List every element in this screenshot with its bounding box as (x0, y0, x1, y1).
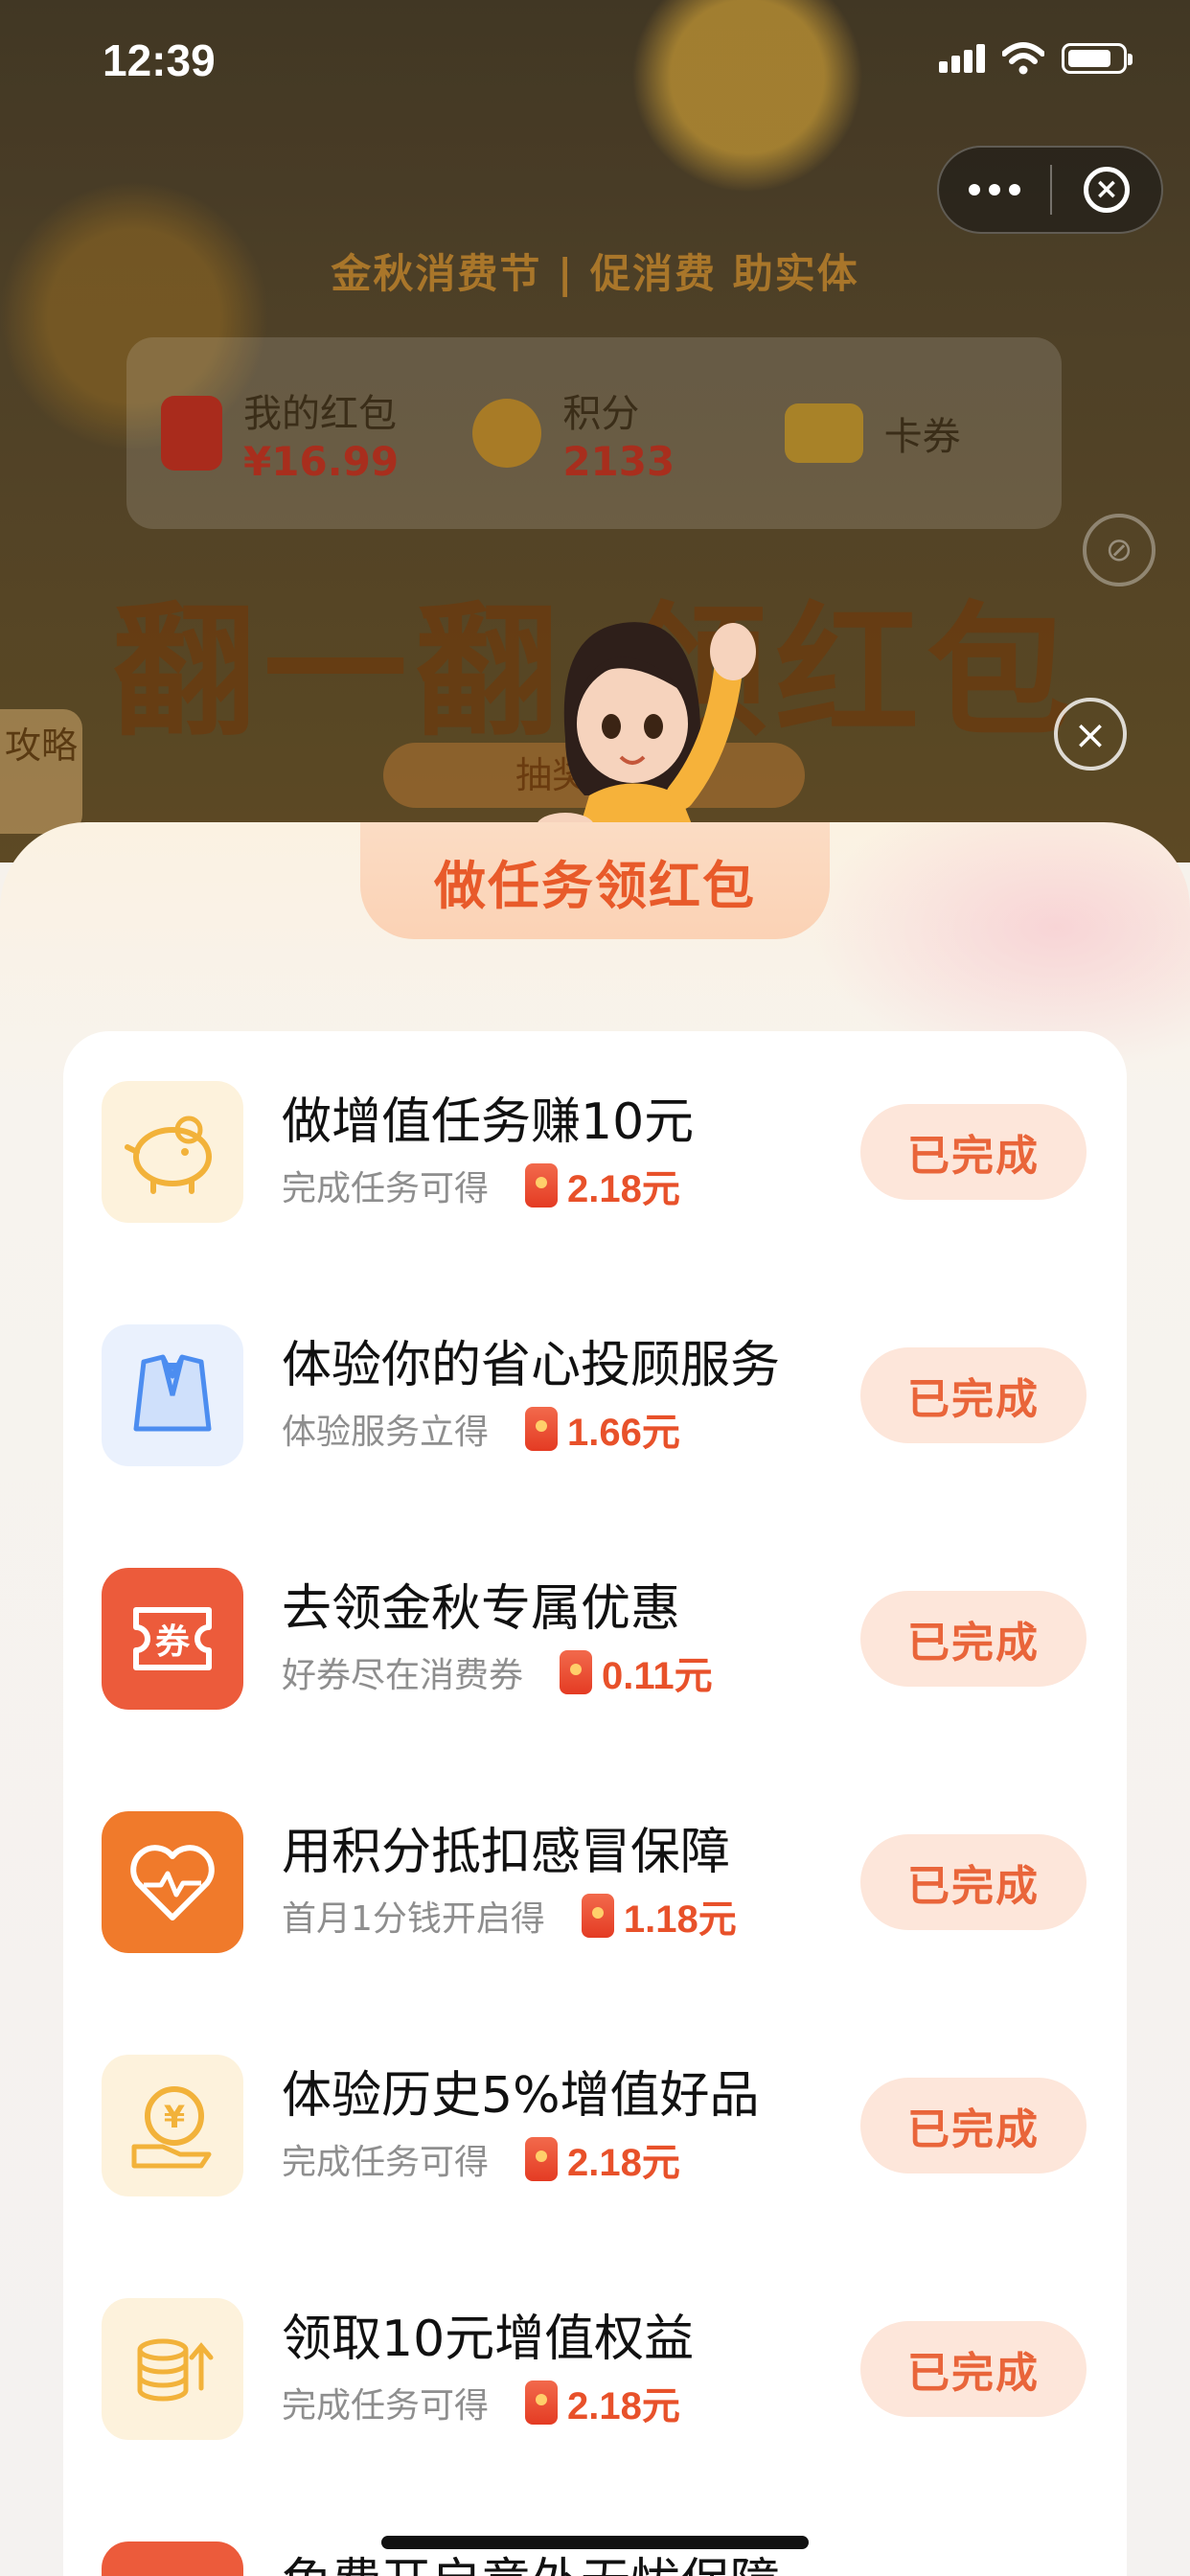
status-icons (939, 42, 1133, 75)
wifi-icon (1002, 42, 1044, 75)
screen: 12:39 × 金秋消费节 | 促消费 助实体 我的红包 ¥16.99 积分 2… (0, 0, 1190, 2576)
task-title: 体验历史5%增值好品 (282, 2067, 760, 2125)
piggy-bank-icon (102, 1081, 243, 1223)
completed-button[interactable]: 已完成 (860, 1834, 1087, 1930)
task-title: 领取10元增值权益 (282, 2311, 695, 2368)
more-dots-icon[interactable] (939, 148, 1050, 232)
list-item: 券 去领金秋专属优惠 好券尽在消费券 0.11元 已完成 (63, 1568, 1127, 1712)
red-packet-icon (525, 2137, 559, 2181)
task-title: 做增值任务赚10元 (282, 1093, 695, 1151)
task-desc: 体验服务立得 1.66元 (282, 1401, 680, 1457)
red-packet-icon (161, 396, 222, 471)
shield-icon (102, 2542, 243, 2576)
task-desc: 完成任务可得 2.18元 (282, 2131, 680, 2187)
wallet-item-points[interactable]: 积分 2133 (438, 382, 749, 485)
task-list: 做增值任务赚10元 完成任务可得 2.18元 已完成 体验你的省心投顾服务 体验… (63, 1031, 1127, 2576)
task-title: 体验你的省心投顾服务 (282, 1337, 781, 1394)
red-packet-icon (581, 1894, 614, 1938)
mascot-girl-icon (537, 622, 756, 843)
svg-text:券: 券 (155, 1622, 191, 1662)
reward-amount: 1.66元 (525, 1401, 680, 1457)
red-packet-icon (525, 2380, 559, 2425)
task-desc: 首月1分钱开启得 1.18元 (282, 1888, 737, 1944)
list-item: 做增值任务赚10元 完成任务可得 2.18元 已完成 (63, 1081, 1127, 1225)
reward-amount: 0.11元 (560, 1644, 713, 1700)
sheet-title: 做任务领红包 (360, 822, 830, 939)
cellular-signal-icon (939, 44, 985, 73)
list-item: ¥ 体验历史5%增值好品 完成任务可得 2.18元 已完成 (63, 2055, 1127, 2198)
list-item: 领取10元增值权益 完成任务可得 2.18元 已完成 (63, 2298, 1127, 2442)
card-coupon-icon (784, 403, 863, 463)
task-desc: 完成任务可得 2.18元 (282, 2375, 680, 2430)
close-circle-icon[interactable]: × (1052, 167, 1161, 213)
side-tab-strategy[interactable]: 攻略 (0, 709, 82, 834)
completed-button[interactable]: 已完成 (860, 2321, 1087, 2417)
completed-button[interactable]: 已完成 (860, 1104, 1087, 1200)
red-packet-icon (525, 1407, 559, 1451)
points-icon (472, 399, 542, 468)
reward-amount: 2.18元 (525, 2131, 680, 2187)
completed-button[interactable]: 已完成 (860, 2078, 1087, 2174)
red-packet-icon (560, 1650, 593, 1694)
wallet-item-coupons[interactable]: 卡券 (750, 403, 1062, 463)
coin-stack-icon (102, 2298, 243, 2440)
reward-amount: 2.18元 (525, 2375, 680, 2430)
wallet-item-red-packet[interactable]: 我的红包 ¥16.99 (126, 382, 438, 485)
task-desc: 好券尽在消费券 0.11元 (282, 1644, 713, 1700)
vest-icon (102, 1324, 243, 1466)
mini-program-capsule: × (937, 146, 1163, 234)
task-title: 去领金秋专属优惠 (282, 1580, 681, 1638)
task-sheet: 做任务领红包 做增值任务赚10元 完成任务可得 2.18元 已完成 体验你的省心… (0, 822, 1190, 2576)
task-title: 用积分抵扣感冒保障 (282, 1824, 731, 1881)
wallet-bar: 我的红包 ¥16.99 积分 2133 卡券 (126, 337, 1062, 529)
mute-icon[interactable]: ⊘ (1083, 514, 1156, 586)
battery-icon (1062, 43, 1133, 74)
status-time: 12:39 (103, 35, 216, 85)
heart-pulse-icon (102, 1811, 243, 1953)
reward-amount: 1.18元 (581, 1888, 737, 1944)
completed-button[interactable]: 已完成 (860, 1347, 1087, 1443)
list-item: 用积分抵扣感冒保障 首月1分钱开启得 1.18元 已完成 (63, 1811, 1127, 1955)
yen-hand-icon: ¥ (102, 2055, 243, 2196)
reward-amount: 2.18元 (525, 1158, 680, 1213)
coupon-icon: 券 (102, 1568, 243, 1710)
completed-button[interactable]: 已完成 (860, 1591, 1087, 1687)
list-item: 体验你的省心投顾服务 体验服务立得 1.66元 已完成 (63, 1324, 1127, 1468)
close-sheet-icon[interactable]: × (1054, 698, 1127, 770)
task-desc: 完成任务可得 2.18元 (282, 1158, 680, 1213)
festival-banner: 金秋消费节 | 促消费 助实体 (331, 250, 859, 297)
red-packet-icon (525, 1163, 559, 1208)
svg-text:¥: ¥ (164, 2099, 185, 2135)
home-indicator (381, 2536, 809, 2549)
